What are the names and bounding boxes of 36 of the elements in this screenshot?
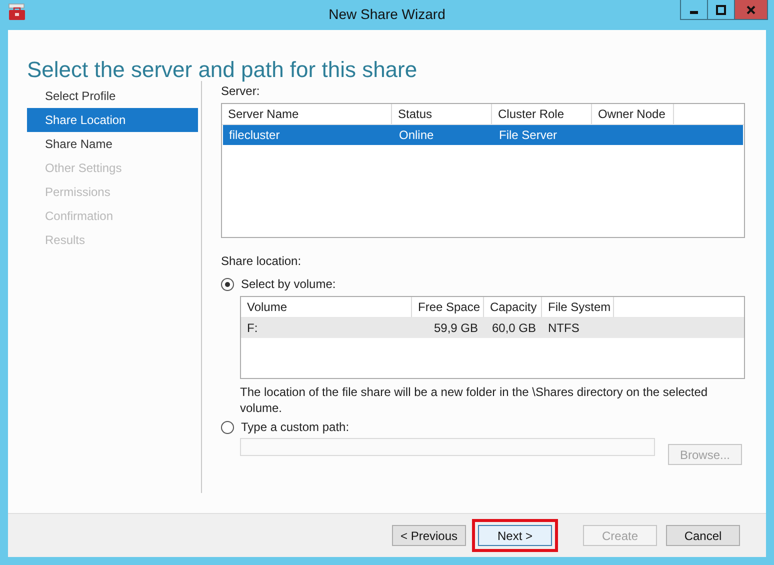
table-cell-text: 59,9 GB <box>432 320 479 337</box>
wizard-button[interactable]: < Previous <box>392 525 466 546</box>
column-header[interactable]: Free Space <box>412 297 484 317</box>
close-icon <box>746 4 756 14</box>
column-header[interactable]: Volume <box>241 297 412 317</box>
section-label: Server: <box>221 83 260 99</box>
minimize-button[interactable] <box>680 0 708 20</box>
minimize-icon <box>690 11 698 14</box>
page-heading: Select the server and path for this share <box>26 56 418 81</box>
wizard-button[interactable]: Cancel <box>666 525 740 546</box>
radio-button[interactable] <box>221 278 234 290</box>
column-header[interactable]: Status <box>392 104 492 124</box>
table-cell-text: F: <box>246 320 259 337</box>
column-header[interactable]: Capacity <box>484 297 542 317</box>
table-cell-text: Online <box>398 127 435 144</box>
table-row[interactable]: filecluster Online File Server <box>223 125 743 145</box>
wizard-step[interactable]: Share Name <box>27 132 198 156</box>
section-label: Share location: <box>221 253 302 269</box>
table-cell-text: 60,0 GB <box>490 320 537 337</box>
column-header[interactable]: File System <box>542 297 614 317</box>
column-header[interactable]: Owner Node <box>592 104 674 124</box>
close-button[interactable] <box>734 0 768 20</box>
column-header[interactable]: Cluster Role <box>492 104 592 124</box>
description-text: The location of the file share will be a new folder in the \Shares directory on the selected volume. <box>240 384 709 416</box>
table-cell-text: NTFS <box>547 320 580 337</box>
table-row[interactable]: F: 59,9 GB 60,0 GB NTFS <box>241 318 744 338</box>
toolbox-icon <box>8 3 26 21</box>
wizard-step[interactable]: Share Location <box>27 108 198 132</box>
maximize-icon <box>716 4 726 14</box>
table-cell-text: File Server <box>498 127 558 144</box>
window-title: New Share Wizard <box>328 6 446 22</box>
wizard-button[interactable]: Next > <box>478 525 552 546</box>
table-cell-text: filecluster <box>228 127 281 144</box>
radio-label[interactable]: Select by volume: <box>241 277 336 291</box>
column-header[interactable]: Server Name <box>222 104 392 124</box>
wizard-step[interactable]: Select Profile <box>27 84 198 108</box>
